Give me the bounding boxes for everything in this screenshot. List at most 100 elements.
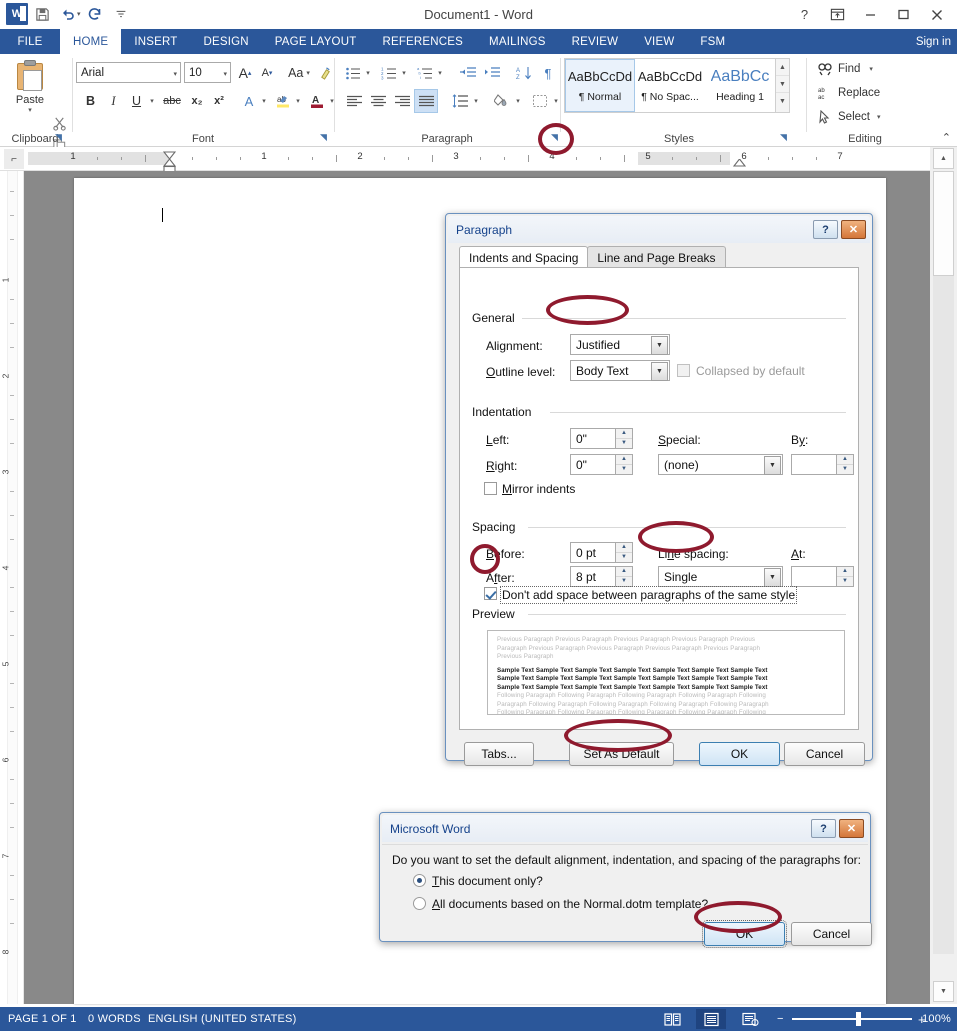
confirm-ok-button[interactable]: OK	[702, 920, 787, 948]
confirm-cancel-button[interactable]: Cancel	[791, 922, 872, 946]
subscript-button[interactable]: x₂	[186, 90, 208, 112]
style-item-heading-1[interactable]: AaBbCc Heading 1	[705, 59, 775, 112]
ruler-track[interactable]: 1 1 2 3 4 5 6 7	[28, 151, 904, 165]
undo-dropdown-caret[interactable]: ▾	[77, 10, 81, 18]
zoom-out-button[interactable]: −	[777, 1007, 784, 1031]
vertical-ruler[interactable]: 1 2 3 4 5 6 7 8	[0, 171, 24, 1004]
multilevel-list-icon[interactable]: abi	[414, 62, 436, 84]
zoom-level[interactable]: 100%	[922, 1007, 951, 1031]
help-icon[interactable]: ?	[788, 2, 821, 28]
maximize-button[interactable]	[887, 2, 920, 28]
style-item-normal[interactable]: AaBbCcDd ¶ Normal	[565, 59, 635, 112]
radio-this-document-only[interactable]	[413, 874, 426, 887]
tab-home[interactable]: HOME	[60, 29, 122, 54]
paragraph-dialog-title-bar[interactable]: Paragraph ? ✕	[448, 216, 870, 243]
chevron-down-icon[interactable]: ▼	[764, 456, 781, 475]
line-spacing-combo[interactable]: Single ▼	[658, 566, 783, 587]
sort-icon[interactable]: AZ	[512, 62, 536, 84]
tab-indents-and-spacing[interactable]: Indents and Spacing	[459, 246, 589, 268]
line-spacing-dropdown-caret[interactable]: ▾	[470, 90, 482, 112]
style-item-no-spacing[interactable]: AaBbCcDd ¶ No Spac...	[635, 59, 705, 112]
shrink-font-icon[interactable]: A ▾	[256, 62, 278, 84]
zoom-slider-track[interactable]	[792, 1012, 912, 1026]
tab-mailings[interactable]: MAILINGS	[476, 29, 559, 54]
confirm-dialog[interactable]: Microsoft Word ? ✕ Do you want to set th…	[379, 812, 872, 948]
mirror-indents-checkbox[interactable]	[484, 482, 497, 495]
paragraph-dialog-close-icon[interactable]: ✕	[841, 220, 866, 239]
right-indent-field[interactable]: 0"	[570, 454, 616, 475]
strikethrough-button[interactable]: abc	[160, 90, 184, 112]
at-spinner[interactable]: ▲ ▼	[837, 566, 854, 587]
at-field[interactable]	[791, 566, 837, 587]
select-dropdown-caret[interactable]: ▾	[877, 113, 881, 121]
set-as-default-button[interactable]: Set As Default	[569, 742, 674, 766]
horizontal-ruler[interactable]: ⌐ 1 1 2 3 4 5 6 7	[0, 147, 930, 174]
scroll-down-icon[interactable]: ▼	[933, 981, 954, 1002]
right-indent-marker[interactable]	[732, 156, 747, 170]
zoom-slider[interactable]	[792, 1007, 912, 1031]
redo-icon[interactable]	[83, 3, 107, 25]
align-right-icon[interactable]	[390, 90, 414, 112]
left-indent-field[interactable]: 0"	[570, 428, 616, 449]
collapsed-by-default-checkbox[interactable]	[677, 364, 690, 377]
shading-dropdown-caret[interactable]: ▾	[512, 90, 524, 112]
sign-in-link[interactable]: Sign in	[916, 29, 951, 54]
document-vertical-scrollbar[interactable]: ▲ ▼	[930, 147, 957, 1004]
status-word-count[interactable]: 0 WORDS	[88, 1007, 141, 1031]
left-indent-spinner[interactable]: ▲ ▼	[616, 428, 633, 449]
text-highlight-color-icon[interactable]: ab	[272, 90, 294, 112]
borders-icon[interactable]	[528, 90, 552, 112]
confirm-dialog-help-icon[interactable]: ?	[811, 819, 836, 838]
paragraph-dialog[interactable]: Paragraph ? ✕ Indents and Spacing Line a…	[445, 213, 873, 766]
justify-icon[interactable]	[414, 89, 438, 113]
chevron-down-icon[interactable]: ▼	[651, 362, 668, 381]
text-effects-icon[interactable]: A	[238, 90, 260, 112]
styles-dialog-launcher[interactable]: ◥	[777, 131, 790, 144]
chevron-down-icon[interactable]: ▼	[651, 336, 668, 355]
radio-all-documents[interactable]	[413, 897, 426, 910]
by-spinner[interactable]: ▲ ▼	[837, 454, 854, 475]
find-dropdown-caret[interactable]: ▾	[869, 65, 873, 73]
status-page[interactable]: PAGE 1 OF 1	[8, 1007, 77, 1031]
tab-view[interactable]: VIEW	[631, 29, 687, 54]
scrollbar-track[interactable]	[933, 276, 954, 954]
tab-design[interactable]: DESIGN	[190, 29, 261, 54]
numbering-dropdown-caret[interactable]: ▾	[398, 62, 410, 84]
font-dialog-launcher[interactable]: ◥	[317, 131, 330, 144]
paste-button[interactable]: Paste ▾	[8, 60, 52, 114]
chevron-down-icon[interactable]: ▾	[223, 70, 227, 78]
paragraph-dialog-launcher[interactable]: ◥	[548, 131, 561, 144]
increase-indent-icon[interactable]	[480, 62, 504, 84]
print-layout-icon[interactable]	[696, 1009, 726, 1029]
clipboard-dialog-launcher[interactable]: ◥	[52, 131, 65, 144]
paragraph-cancel-button[interactable]: Cancel	[784, 742, 865, 766]
font-color-icon[interactable]: A	[306, 90, 328, 112]
font-size-combo[interactable]: 10 ▾	[184, 62, 231, 83]
right-indent-spinner[interactable]: ▲ ▼	[616, 454, 633, 475]
shading-icon[interactable]	[490, 90, 514, 112]
collapse-ribbon-icon[interactable]: ⌃	[942, 131, 951, 144]
tab-file[interactable]: FILE	[0, 29, 60, 54]
spacing-after-field[interactable]: 8 pt	[570, 566, 616, 587]
by-field[interactable]	[791, 454, 837, 475]
chevron-down-icon[interactable]: ▾	[173, 70, 177, 78]
paragraph-ok-button[interactable]: OK	[699, 742, 780, 766]
tab-review[interactable]: REVIEW	[559, 29, 632, 54]
customize-quick-access-toolbar-icon[interactable]	[109, 3, 133, 25]
confirm-dialog-close-icon[interactable]: ✕	[839, 819, 864, 838]
text-effects-dropdown-caret[interactable]: ▾	[258, 90, 270, 112]
spacing-before-spinner[interactable]: ▲ ▼	[616, 542, 633, 563]
align-center-icon[interactable]	[366, 90, 390, 112]
tab-line-and-page-breaks[interactable]: Line and Page Breaks	[587, 246, 726, 268]
tab-stop-selector[interactable]: ⌐	[4, 149, 24, 169]
bullets-dropdown-caret[interactable]: ▾	[362, 62, 374, 84]
spacing-after-spinner[interactable]: ▲ ▼	[616, 566, 633, 587]
underline-dropdown-caret[interactable]: ▾	[146, 90, 158, 112]
line-spacing-icon[interactable]	[448, 90, 472, 112]
highlight-dropdown-caret[interactable]: ▾	[292, 90, 304, 112]
paragraph-dialog-help-icon[interactable]: ?	[813, 220, 838, 239]
decrease-indent-icon[interactable]	[456, 62, 480, 84]
find-button[interactable]: Find ▾	[818, 62, 873, 76]
styles-scroll-up-icon[interactable]: ▲	[776, 59, 789, 76]
spacing-before-field[interactable]: 0 pt	[570, 542, 616, 563]
